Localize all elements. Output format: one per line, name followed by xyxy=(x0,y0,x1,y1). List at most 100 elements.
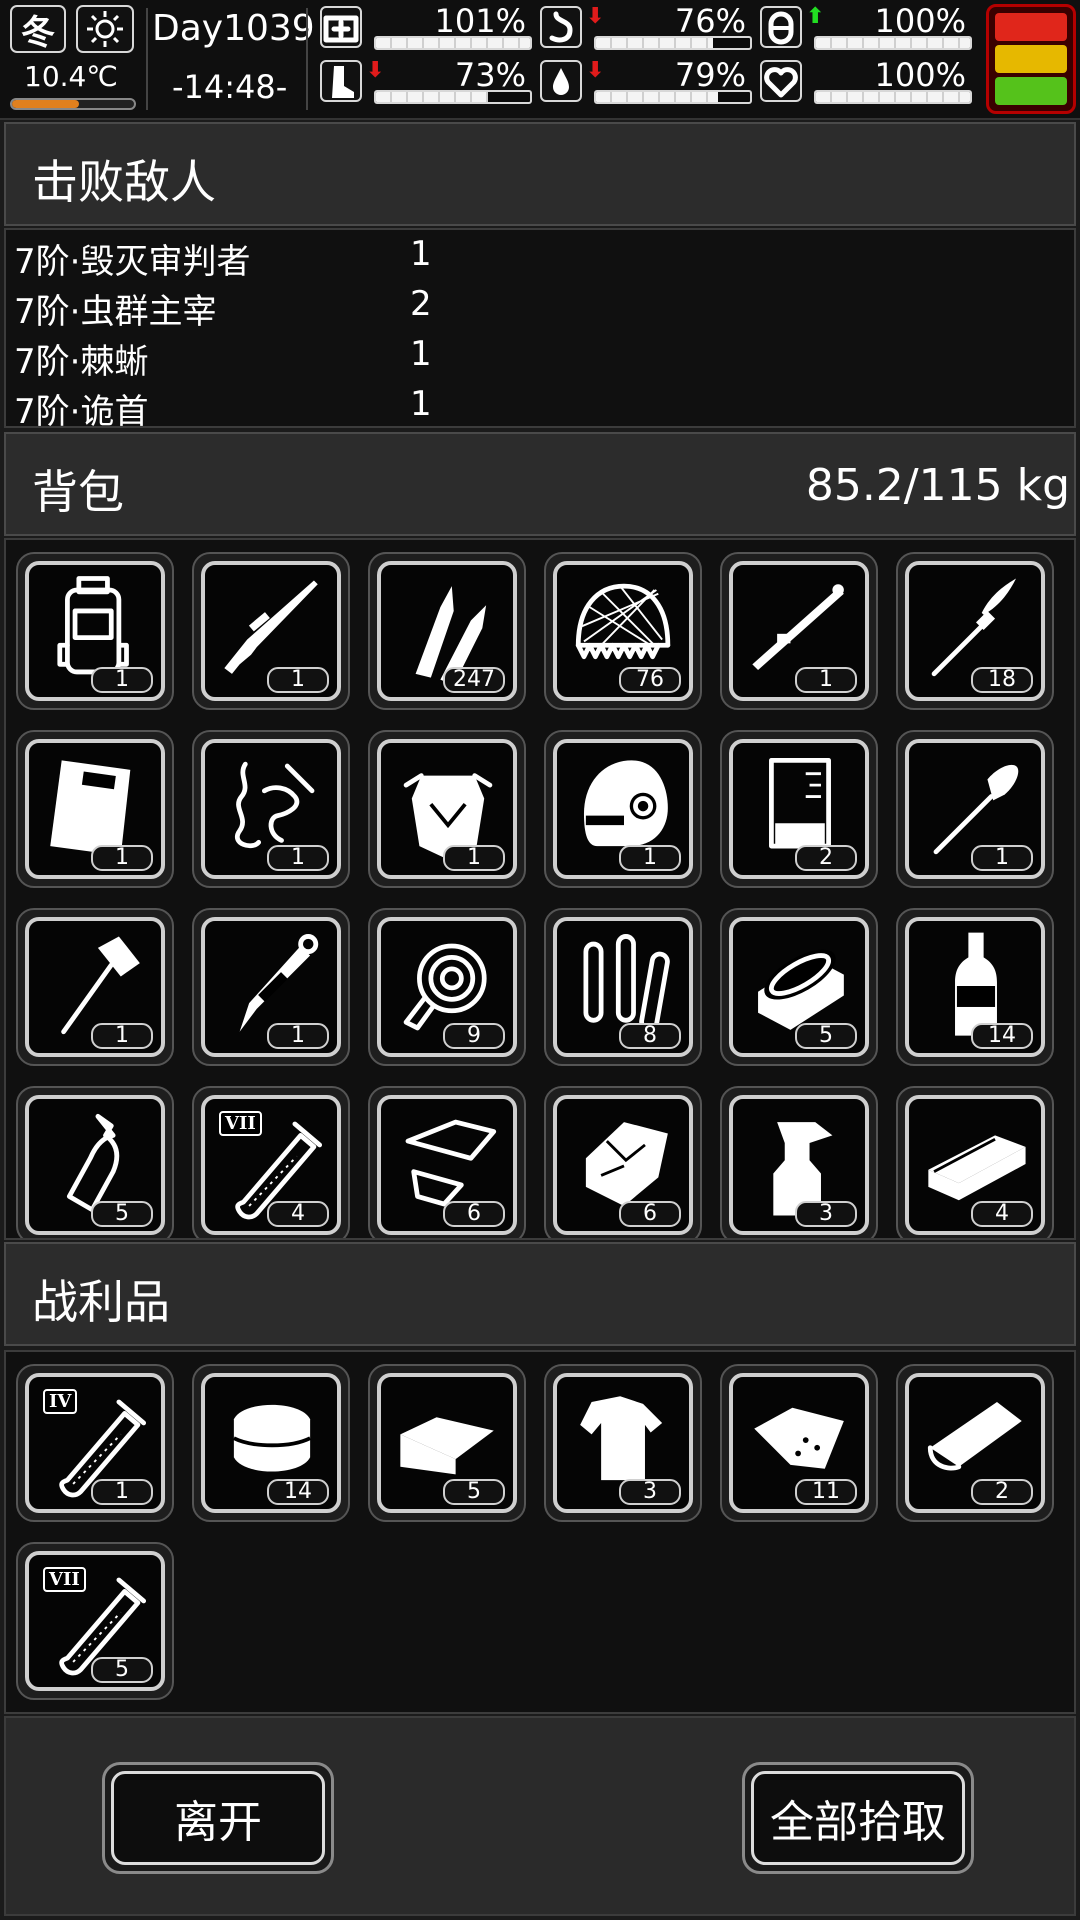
item-tier-badge: IV xyxy=(43,1389,78,1414)
stat-fill-hunger xyxy=(596,38,714,48)
item-quantity-badge: 1 xyxy=(91,667,153,693)
defeated-list: 7阶·毁灭审判者 1 7阶·虫群主宰 2 7阶·棘蜥 1 7阶·诡首 1 xyxy=(4,228,1076,432)
item-quantity-badge: 5 xyxy=(443,1479,505,1505)
item-quantity-badge: 3 xyxy=(619,1479,681,1505)
item-slot-frame: 1 xyxy=(729,561,869,701)
stat-value-health: 101% xyxy=(434,2,526,40)
pickup-all-button[interactable]: 全部拾取 xyxy=(742,1762,974,1874)
game-clock: -14:48- xyxy=(172,68,288,106)
backpack-weight: 85.2/115 kg xyxy=(805,460,1070,511)
item-slot-frame: 18 xyxy=(905,561,1045,701)
item-slot[interactable]: 14 xyxy=(896,908,1054,1066)
stat-fill-spirit xyxy=(816,92,970,102)
item-slot[interactable]: 1 xyxy=(16,552,174,710)
stat-fill-mood xyxy=(816,38,970,48)
stat-value-spirit: 100% xyxy=(874,56,966,94)
item-slot[interactable]: 5 xyxy=(16,1086,174,1238)
item-slot[interactable]: VII 5 xyxy=(16,1542,174,1700)
loot-title: 战利品 xyxy=(32,1275,170,1329)
day-counter: Day1039 xyxy=(152,8,315,49)
stat-value-stamina: 73% xyxy=(454,56,526,94)
item-slot[interactable]: 1 xyxy=(368,730,526,888)
item-slot[interactable]: 1 xyxy=(192,730,350,888)
item-quantity-badge: 76 xyxy=(619,667,681,693)
item-slot[interactable]: 8 xyxy=(544,908,702,1066)
item-quantity-badge: 247 xyxy=(443,667,505,693)
stat-fill-health xyxy=(376,38,530,48)
item-slot-frame: 6 xyxy=(553,1095,693,1235)
item-slot[interactable]: 18 xyxy=(896,552,1054,710)
item-slot[interactable]: 6 xyxy=(368,1086,526,1238)
item-quantity-badge: 9 xyxy=(443,1023,505,1049)
item-slot[interactable]: 1 xyxy=(16,908,174,1066)
item-slot[interactable]: 3 xyxy=(544,1364,702,1522)
item-slot[interactable]: 1 xyxy=(192,552,350,710)
item-slot-frame: 1 xyxy=(201,917,341,1057)
item-slot[interactable]: 2 xyxy=(720,730,878,888)
item-slot[interactable]: 1 xyxy=(192,908,350,1066)
item-slot-frame: 1 xyxy=(553,739,693,879)
danger-light-yellow xyxy=(995,45,1067,73)
item-quantity-badge: 1 xyxy=(619,845,681,871)
item-quantity-badge: 5 xyxy=(91,1657,153,1683)
item-slot-frame: 2 xyxy=(729,739,869,879)
enemy-name: 7阶·虫群主宰 xyxy=(14,292,217,332)
item-slot-frame: 1 xyxy=(201,561,341,701)
item-slot[interactable]: 1 xyxy=(544,730,702,888)
item-slot[interactable]: 76 xyxy=(544,552,702,710)
pickup-all-button-label: 全部拾取 xyxy=(751,1771,965,1865)
footer-bar: 离开 全部拾取 xyxy=(4,1716,1076,1916)
item-slot-frame: 1 xyxy=(377,739,517,879)
item-slot[interactable]: 5 xyxy=(720,908,878,1066)
stat-fill-thirst xyxy=(596,92,718,102)
item-slot[interactable]: VII 4 xyxy=(192,1086,350,1238)
item-slot-frame: IV 1 xyxy=(25,1373,165,1513)
season-badge: 冬 xyxy=(10,5,66,53)
item-tier-badge: VII xyxy=(219,1111,262,1136)
item-slot[interactable]: 1 xyxy=(896,730,1054,888)
item-quantity-badge: 18 xyxy=(971,667,1033,693)
enemy-name: 7阶·诡首 xyxy=(14,392,149,432)
item-slot-frame: 9 xyxy=(377,917,517,1057)
item-slot-frame: 5 xyxy=(729,917,869,1057)
item-slot[interactable]: 1 xyxy=(16,730,174,888)
item-slot[interactable]: 9 xyxy=(368,908,526,1066)
first-aid-icon xyxy=(320,6,362,48)
item-slot-frame: VII 4 xyxy=(201,1095,341,1235)
item-quantity-badge: 2 xyxy=(795,845,857,871)
stat-value-mood: 100% xyxy=(874,2,966,40)
item-slot[interactable]: 247 xyxy=(368,552,526,710)
leave-button[interactable]: 离开 xyxy=(102,1762,334,1874)
water-drop-icon xyxy=(540,60,582,102)
item-quantity-badge: 1 xyxy=(267,1023,329,1049)
enemy-name: 7阶·棘蜥 xyxy=(14,342,149,382)
heart-icon xyxy=(760,60,802,102)
backpack-grid[interactable]: 1 1 247 76 1 18 1 1 1 1 2 1 1 1 9 8 5 14 5 VII 4 6 6 3 4 xyxy=(4,538,1076,1240)
enemy-name: 7阶·毁灭审判者 xyxy=(14,242,251,282)
item-quantity-badge: 5 xyxy=(91,1201,153,1227)
loot-grid[interactable]: IV 1 14 5 3 11 2 VII 5 xyxy=(4,1350,1076,1714)
loot-header: 战利品 xyxy=(4,1242,1076,1346)
item-slot-frame: 6 xyxy=(377,1095,517,1235)
danger-indicator[interactable] xyxy=(986,4,1076,114)
item-slot[interactable]: 4 xyxy=(896,1086,1054,1238)
stat-value-hunger: 76% xyxy=(674,2,746,40)
enemy-count: 1 xyxy=(410,334,432,374)
item-slot[interactable]: 5 xyxy=(368,1364,526,1522)
item-quantity-badge: 4 xyxy=(971,1201,1033,1227)
danger-light-red xyxy=(995,13,1067,41)
item-slot[interactable]: 3 xyxy=(720,1086,878,1238)
item-slot[interactable]: 6 xyxy=(544,1086,702,1238)
item-slot[interactable]: IV 1 xyxy=(16,1364,174,1522)
item-slot[interactable]: 11 xyxy=(720,1364,878,1522)
item-slot[interactable]: 14 xyxy=(192,1364,350,1522)
item-slot[interactable]: 1 xyxy=(720,552,878,710)
item-quantity-badge: 6 xyxy=(619,1201,681,1227)
enemy-count: 2 xyxy=(410,284,432,324)
item-quantity-badge: 1 xyxy=(91,1479,153,1505)
temperature-readout: 10.4℃ xyxy=(24,60,118,93)
item-quantity-badge: 2 xyxy=(971,1479,1033,1505)
stomach-icon xyxy=(540,6,582,48)
item-slot[interactable]: 2 xyxy=(896,1364,1054,1522)
item-quantity-badge: 1 xyxy=(795,667,857,693)
